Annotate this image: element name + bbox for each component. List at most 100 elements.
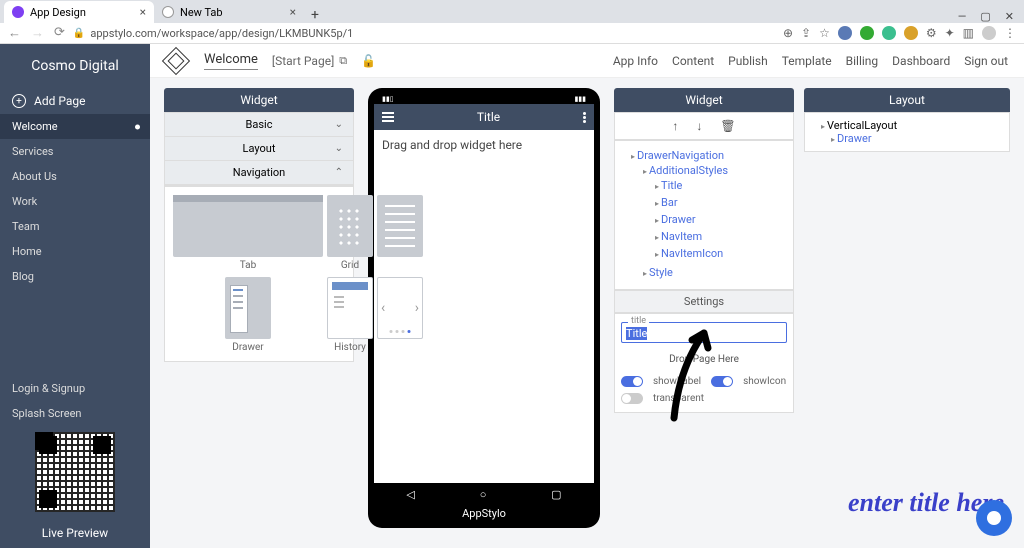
live-preview-button[interactable]: Live Preview [0, 518, 150, 548]
copy-icon[interactable]: ⧉ [339, 54, 347, 68]
star-icon[interactable]: ☆ [819, 26, 830, 40]
add-page-label: Add Page [34, 94, 85, 108]
unlock-icon[interactable]: 🔓 [361, 54, 376, 68]
forward-icon[interactable]: → [31, 25, 44, 41]
toggle-showicon[interactable] [711, 376, 733, 387]
kebab-icon[interactable] [583, 112, 586, 123]
drawer-thumb-icon [225, 277, 271, 339]
tree-root[interactable]: DrawerNavigation AdditionalStyles Title … [631, 147, 789, 283]
phone-nav-bar: ◁ ○ ▢ [374, 483, 594, 505]
reading-list-icon[interactable]: ▥ [963, 26, 974, 40]
android-recent-icon[interactable]: ▢ [551, 488, 561, 501]
tree-item[interactable]: Title [655, 177, 789, 194]
ext-icon[interactable] [838, 26, 852, 40]
close-window-icon[interactable]: ✕ [1005, 10, 1014, 23]
sidebar-item-label: About Us [12, 170, 57, 183]
move-down-icon[interactable]: ↓ [696, 119, 702, 133]
sidebar-item-blog[interactable]: Blog [0, 264, 150, 289]
phone-app-bar[interactable]: Title [374, 104, 594, 130]
minimize-icon[interactable]: — [958, 10, 967, 23]
sidebar-splash[interactable]: Splash Screen [0, 401, 150, 426]
start-page-label: [Start Page] [272, 54, 334, 68]
ext-icon[interactable] [860, 26, 874, 40]
tree-item[interactable]: NavItem [655, 228, 789, 245]
install-icon[interactable]: ⊕ [783, 26, 793, 40]
lock-icon: 🔒 [73, 28, 85, 39]
nav-content[interactable]: Content [672, 54, 714, 68]
accordion-navigation[interactable]: Navigation⌃ [165, 161, 353, 185]
accordion-basic[interactable]: Basic⌄ [165, 113, 353, 137]
add-page-button[interactable]: + Add Page [0, 88, 150, 114]
tree-item[interactable]: AdditionalStyles Title Bar Drawer NavIte… [643, 162, 789, 264]
puzzle-icon[interactable]: ✦ [945, 26, 955, 40]
menu-icon[interactable]: ⋮ [1004, 26, 1016, 40]
trash-icon[interactable]: 🗑 [720, 119, 735, 133]
accordion-label: Navigation [233, 166, 286, 179]
list-thumb-icon [377, 195, 423, 257]
new-tab-button[interactable]: + [304, 7, 326, 23]
browser-tab-active[interactable]: App Design × [4, 1, 154, 23]
hamburger-icon[interactable] [382, 112, 394, 122]
sidebar-item-about[interactable]: About Us [0, 164, 150, 189]
share-icon[interactable]: ⇪ [801, 26, 811, 40]
tree-item[interactable]: NavItemIcon [655, 245, 789, 262]
tree-label: Bar [661, 196, 678, 209]
toggle-showlabel[interactable] [621, 376, 643, 387]
android-back-icon[interactable]: ◁ [406, 488, 414, 501]
tab-label: New Tab [180, 6, 223, 19]
start-page-indicator[interactable]: [Start Page] ⧉ [272, 54, 347, 68]
nav-app-info[interactable]: App Info [613, 54, 658, 68]
tree-item[interactable]: Bar [655, 194, 789, 211]
close-icon[interactable]: × [290, 5, 296, 19]
profile-icon[interactable] [982, 26, 996, 40]
nav-template[interactable]: Template [782, 54, 832, 68]
ext-icon[interactable] [882, 26, 896, 40]
tree-label: NavItem [661, 230, 702, 243]
sidebar-item-services[interactable]: Services [0, 139, 150, 164]
sidebar-item-work[interactable]: Work [0, 189, 150, 214]
sidebar-login-signup[interactable]: Login & Signup [0, 376, 150, 401]
reload-icon[interactable]: ⟳ [54, 25, 65, 41]
title-field-wrap: title [621, 322, 787, 343]
widget-grid-item[interactable]: Grid [327, 195, 373, 271]
widget-accordion: Basic⌄ Layout⌄ Navigation⌃ [164, 112, 354, 186]
sidebar-item-team[interactable]: Team [0, 214, 150, 239]
maximize-icon[interactable]: ▢ [980, 10, 990, 23]
sidebar-item-home[interactable]: Home [0, 239, 150, 264]
nav-signout[interactable]: Sign out [964, 54, 1008, 68]
widget-tree: DrawerNavigation AdditionalStyles Title … [614, 140, 794, 290]
work-area: Widget Basic⌄ Layout⌄ Navigation⌃ Tab Gr… [150, 78, 1024, 548]
layout-item[interactable]: Drawer [831, 132, 1003, 145]
widget-tab[interactable]: Tab [173, 195, 323, 271]
widget-history[interactable]: History [327, 277, 373, 353]
android-home-icon[interactable]: ○ [480, 488, 487, 501]
extensions-icon[interactable]: ⚙ [926, 26, 937, 40]
nav-dashboard[interactable]: Dashboard [892, 54, 950, 68]
title-input[interactable] [626, 327, 782, 340]
accordion-layout[interactable]: Layout⌄ [165, 137, 353, 161]
widget-drawer[interactable]: Drawer [173, 277, 323, 353]
tree-label: AdditionalStyles [649, 164, 728, 177]
address-bar[interactable]: 🔒 appstylo.com/workspace/app/design/LKMB… [73, 25, 423, 41]
back-icon[interactable]: ← [8, 25, 21, 41]
sidebar-item-label: Home [12, 245, 42, 258]
toggle-transparent[interactable] [621, 393, 643, 404]
drop-page-zone[interactable]: Drop Page Here [621, 349, 787, 370]
topbar: Welcome [Start Page] ⧉ 🔓 App Info Conten… [150, 44, 1024, 78]
chevron-down-icon: ⌄ [335, 119, 343, 130]
layout-root[interactable]: VerticalLayout Drawer [821, 119, 1003, 145]
close-icon[interactable]: × [140, 5, 146, 19]
tab-label: App Design [30, 6, 86, 19]
chat-fab[interactable] [976, 500, 1012, 536]
browser-tab[interactable]: New Tab × [154, 1, 304, 23]
sidebar-item-welcome[interactable]: Welcome [0, 114, 150, 139]
nav-billing[interactable]: Billing [846, 54, 879, 68]
tree-item[interactable]: Drawer [655, 211, 789, 228]
tree-item[interactable]: Style [643, 264, 789, 281]
page-tab-welcome[interactable]: Welcome [204, 52, 258, 70]
nav-publish[interactable]: Publish [728, 54, 768, 68]
move-up-icon[interactable]: ↑ [672, 119, 678, 133]
sidebar-item-label: Login & Signup [12, 382, 85, 395]
tree-label: NavItemIcon [661, 247, 723, 260]
ext-icon[interactable] [904, 26, 918, 40]
